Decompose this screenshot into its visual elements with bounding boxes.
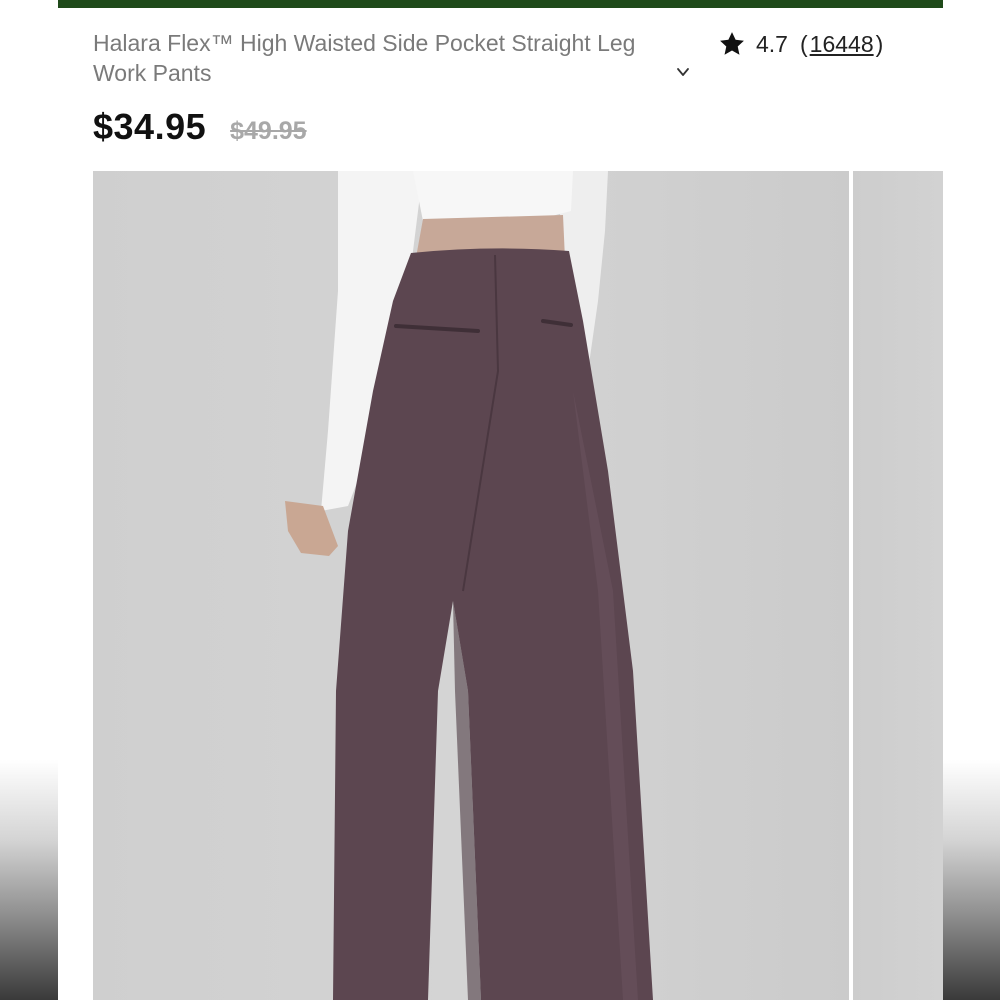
product-gallery[interactable] (93, 171, 943, 1000)
original-price: $49.95 (230, 117, 307, 145)
product-title[interactable]: Halara Flex™ High Waisted Side Pocket St… (93, 28, 693, 88)
top-bar (58, 0, 943, 8)
product-page: Halara Flex™ High Waisted Side Pocket St… (58, 0, 943, 1000)
rating-open-paren: ( (799, 30, 808, 57)
rating-close-paren: ) (875, 30, 884, 57)
title-fade (648, 28, 698, 58)
product-photo[interactable] (93, 171, 849, 1000)
product-rating[interactable]: 4.7 ( 16448 ) (718, 28, 883, 60)
pants-model-illustration (285, 171, 653, 1000)
review-count-link[interactable]: 16448 (810, 31, 874, 58)
star-icon (720, 32, 744, 55)
rating-value: 4.7 (756, 30, 788, 57)
chevron-down-icon[interactable] (675, 64, 691, 80)
sale-price: $34.95 (93, 106, 207, 147)
next-product-photo[interactable] (853, 171, 943, 1000)
product-header: Halara Flex™ High Waisted Side Pocket St… (58, 8, 943, 171)
price-row: $34.95 $49.95 (93, 106, 307, 148)
